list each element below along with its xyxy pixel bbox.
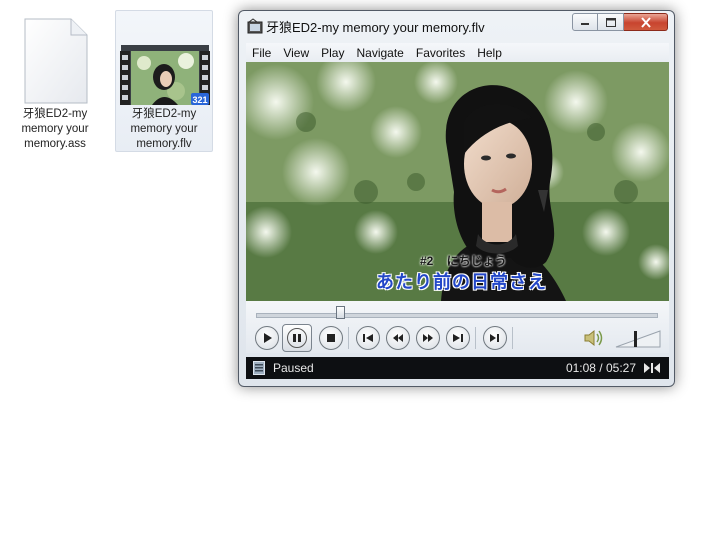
play-icon bbox=[264, 333, 272, 343]
minimize-button[interactable] bbox=[572, 13, 598, 31]
fast-forward-icon bbox=[423, 334, 433, 342]
stop-icon bbox=[327, 334, 335, 342]
menu-favorites[interactable]: Favorites bbox=[410, 46, 471, 60]
skip-back-icon bbox=[363, 334, 373, 342]
file-name-line: 牙狼ED2-my bbox=[22, 108, 88, 120]
file-name-line: memory your bbox=[130, 123, 198, 135]
maximize-button[interactable] bbox=[598, 13, 624, 31]
rewind-button[interactable] bbox=[386, 326, 410, 350]
menu-play[interactable]: Play bbox=[315, 46, 350, 60]
volume-icon[interactable] bbox=[583, 328, 605, 353]
file-name-line: 牙狼ED2-my bbox=[131, 108, 197, 120]
desktop-file-ass[interactable]: 牙狼ED2-my memory your memory.ass bbox=[6, 10, 104, 152]
status-bar: Paused 01:08 / 05:27 bbox=[246, 357, 669, 379]
close-icon bbox=[640, 16, 651, 28]
divider bbox=[512, 327, 513, 349]
playback-status: Paused bbox=[273, 361, 314, 375]
video-thumbnail-icon: 321 bbox=[116, 15, 212, 107]
pause-icon bbox=[293, 334, 301, 342]
file-name-line: memory.flv bbox=[136, 138, 192, 150]
menu-bar: File View Play Navigate Favorites Help bbox=[246, 43, 669, 62]
badge-text: 321 bbox=[192, 95, 207, 105]
media-player-window[interactable]: 牙狼ED2-my memory your memory.flv File Vie… bbox=[238, 10, 675, 387]
subtitle-ruby: #2 にちじょう bbox=[420, 254, 507, 268]
seek-thumb[interactable] bbox=[336, 306, 345, 319]
previous-button[interactable] bbox=[356, 326, 380, 350]
frame-step-button[interactable] bbox=[483, 326, 507, 350]
document-icon bbox=[7, 15, 103, 105]
play-button[interactable] bbox=[255, 326, 279, 350]
skip-forward-icon bbox=[453, 334, 463, 342]
video-area[interactable]: #2 にちじょう あたり前の日常さえ bbox=[246, 62, 669, 301]
file-name-line: memory your bbox=[21, 123, 89, 135]
divider bbox=[475, 327, 476, 349]
player-app-icon bbox=[247, 18, 263, 39]
rewind-icon bbox=[393, 334, 403, 342]
stop-button[interactable] bbox=[319, 326, 343, 350]
frame-step-icon bbox=[490, 334, 499, 342]
menu-file[interactable]: File bbox=[246, 46, 277, 60]
status-file-icon bbox=[253, 361, 265, 378]
menu-navigate[interactable]: Navigate bbox=[350, 46, 409, 60]
time-display: 01:08 / 05:27 bbox=[565, 361, 636, 375]
close-button[interactable] bbox=[624, 13, 668, 31]
volume-slider[interactable] bbox=[614, 327, 662, 354]
pause-button[interactable] bbox=[282, 324, 312, 352]
menu-help[interactable]: Help bbox=[471, 46, 508, 60]
audio-channel-icon bbox=[643, 362, 661, 377]
seek-bar[interactable] bbox=[256, 313, 658, 318]
next-button[interactable] bbox=[446, 326, 470, 350]
desktop-file-flv[interactable]: 321 牙狼ED2-my memory your memory.flv bbox=[115, 10, 213, 152]
fast-forward-button[interactable] bbox=[416, 326, 440, 350]
window-title: 牙狼ED2-my memory your memory.flv bbox=[266, 20, 485, 35]
subtitle-main: あたり前の日常さえ bbox=[376, 272, 547, 292]
divider bbox=[348, 327, 349, 349]
maximize-icon bbox=[605, 17, 616, 27]
menu-view[interactable]: View bbox=[277, 46, 315, 60]
minimize-icon bbox=[581, 23, 589, 25]
controls-panel bbox=[246, 301, 669, 353]
file-name-line: memory.ass bbox=[24, 138, 86, 150]
title-bar[interactable]: 牙狼ED2-my memory your memory.flv bbox=[239, 11, 674, 41]
